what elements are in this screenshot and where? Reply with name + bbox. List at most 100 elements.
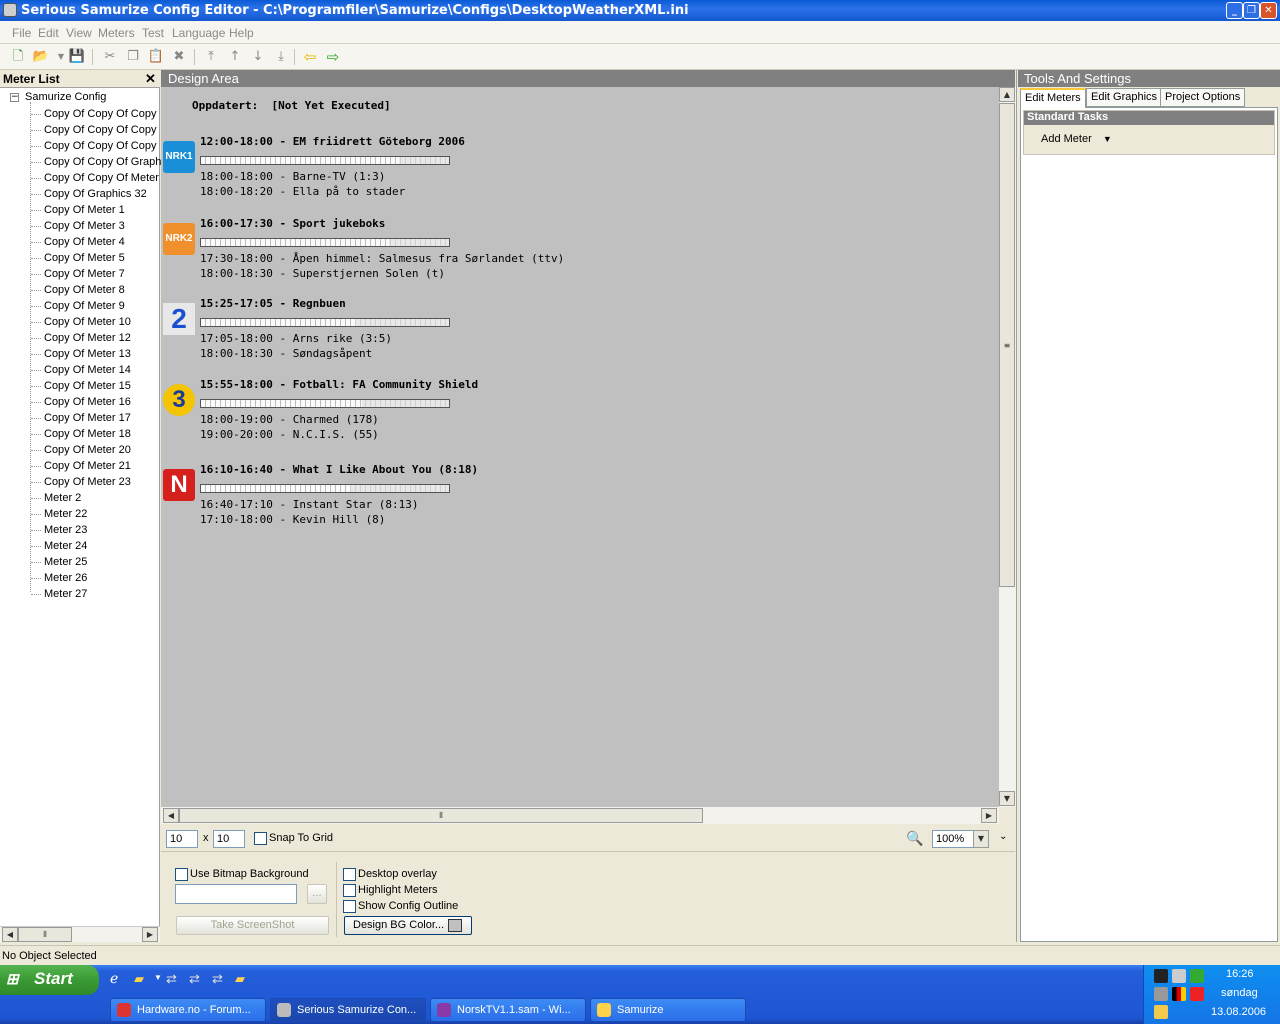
design-canvas[interactable]: Oppdatert: [Not Yet Executed] NRK1 12:00-… <box>161 87 999 807</box>
tree-collapse-icon[interactable]: − <box>10 93 19 102</box>
take-screenshot-button[interactable]: Take ScreenShot <box>176 916 329 935</box>
network-quicklaunch-icon-3[interactable]: ⇄ <box>212 971 223 987</box>
save-icon[interactable]: 💾 <box>68 48 86 66</box>
arrow-right-icon[interactable]: ⇨ <box>324 48 342 66</box>
meter-tree-item[interactable]: Meter 22 <box>30 506 87 522</box>
bitmap-path-input[interactable] <box>175 884 297 904</box>
tray-icon-3[interactable] <box>1190 969 1204 983</box>
meter-list-hscroll[interactable]: ◀ ⦀ ▶ <box>0 926 160 942</box>
task-samurize-editor[interactable]: Serious Samurize Con... <box>270 998 426 1022</box>
meter-tree-item[interactable]: Copy Of Meter 10 <box>31 314 131 330</box>
menu-test[interactable]: Test <box>142 26 164 40</box>
scroll-right-icon[interactable]: ▶ <box>142 927 158 942</box>
meter-tree-item[interactable]: Copy Of Meter 17 <box>31 410 131 426</box>
vscroll-thumb[interactable]: ≡ <box>999 103 1015 587</box>
copy-icon[interactable]: ❐ <box>124 48 142 66</box>
scroll-left-icon[interactable]: ◀ <box>2 927 18 942</box>
meter-tree-item[interactable]: Copy Of Meter 21 <box>31 458 131 474</box>
zoom-select[interactable]: 100% <box>932 830 974 848</box>
menu-language[interactable]: Language <box>172 26 225 40</box>
task-hardware-forum[interactable]: Hardware.no - Forum... <box>110 998 266 1022</box>
meter-tree-item[interactable]: Copy Of Meter 9 <box>31 298 125 314</box>
menu-view[interactable]: View <box>66 26 92 40</box>
meter-tree-item[interactable]: Meter 2 <box>30 490 81 506</box>
move-down-icon[interactable]: ↓ <box>249 48 267 66</box>
meter-list-close-icon[interactable]: ✕ <box>145 71 156 87</box>
cut-icon[interactable]: ✂ <box>101 48 119 66</box>
clock-time[interactable]: 16:26 <box>1226 968 1254 980</box>
zoom-preview-icon[interactable]: 🔍 <box>906 830 923 847</box>
maximize-button[interactable]: ❐ <box>1243 2 1260 19</box>
network-quicklaunch-icon-1[interactable]: ⇄ <box>166 971 177 987</box>
use-bitmap-checkbox[interactable] <box>175 868 188 881</box>
mail-icon[interactable] <box>1154 1005 1168 1019</box>
grid-y-input[interactable]: 10 <box>213 830 245 848</box>
tab-edit-meters[interactable]: Edit Meters <box>1020 88 1086 108</box>
hscroll-left-icon[interactable]: ◀ <box>163 808 179 823</box>
tray-icon-6[interactable] <box>1190 987 1204 1001</box>
hscroll-thumb[interactable]: ⦀ <box>179 808 703 823</box>
menu-meters[interactable]: Meters <box>98 26 135 40</box>
meter-tree-item[interactable]: Copy Of Graphics 32 <box>31 186 147 202</box>
minimize-button[interactable]: _ <box>1226 2 1243 19</box>
meter-tree-item[interactable]: Copy Of Meter 14 <box>31 362 131 378</box>
add-meter-button[interactable]: Add Meter ▼ <box>1041 133 1112 145</box>
app-icon[interactable] <box>3 3 17 17</box>
tray-icon-1[interactable] <box>1154 969 1168 983</box>
scroll-up-icon[interactable]: ▲ <box>999 87 1015 102</box>
snap-to-grid-checkbox[interactable] <box>254 832 267 845</box>
task-samurize-folder[interactable]: Samurize <box>590 998 746 1022</box>
meter-tree-item[interactable]: Copy Of Meter 12 <box>31 330 131 346</box>
open-icon[interactable]: 📂 <box>32 48 50 66</box>
meter-tree-item[interactable]: Copy Of Meter 18 <box>31 426 131 442</box>
move-up-icon[interactable]: ↑ <box>226 48 244 66</box>
meter-tree-item[interactable]: Meter 26 <box>30 570 87 586</box>
ie-quicklaunch-icon[interactable]: ℯ <box>110 970 118 987</box>
expand-chevron-icon[interactable]: ⌄ <box>999 831 1007 842</box>
menu-edit[interactable]: Edit <box>38 26 59 40</box>
meter-tree-item[interactable]: Copy Of Meter 20 <box>31 442 131 458</box>
meter-tree-item[interactable]: Copy Of Meter 7 <box>31 266 125 282</box>
show-config-outline-checkbox[interactable] <box>343 900 356 913</box>
network-quicklaunch-icon-2[interactable]: ⇄ <box>189 971 200 987</box>
tab-edit-graphics[interactable]: Edit Graphics <box>1086 88 1163 107</box>
flag-icon[interactable] <box>1172 987 1186 1001</box>
meter-tree-item[interactable]: Copy Of Meter 3 <box>31 218 125 234</box>
menu-file[interactable]: File <box>12 26 31 40</box>
quicklaunch-dropdown-icon[interactable]: ▼ <box>154 973 162 982</box>
meter-tree-item[interactable]: Copy Of Copy Of Copy <box>31 106 157 122</box>
delete-icon[interactable]: ✖ <box>170 48 188 66</box>
design-bg-color-button[interactable]: Design BG Color... <box>344 916 472 935</box>
zoom-dropdown-icon[interactable]: ▼ <box>973 830 989 848</box>
meter-tree-item[interactable]: Meter 27 <box>30 586 87 602</box>
move-bottom-icon[interactable]: ⤓ <box>272 48 290 66</box>
meter-tree-item[interactable]: Copy Of Copy Of Graph <box>30 154 161 170</box>
browse-button[interactable]: ... <box>307 884 327 904</box>
grid-x-input[interactable]: 10 <box>166 830 198 848</box>
scroll-down-icon[interactable]: ▼ <box>999 791 1015 806</box>
meter-tree-item[interactable]: Copy Of Meter 1 <box>31 202 125 218</box>
folder-quicklaunch-icon[interactable]: ▰ <box>134 971 144 987</box>
scroll-thumb[interactable]: ⦀ <box>18 927 72 942</box>
menu-help[interactable]: Help <box>229 26 254 40</box>
tray-icon-4[interactable] <box>1154 987 1168 1001</box>
design-vscroll[interactable]: ▲ ≡ ▼ <box>999 87 1016 807</box>
paste-icon[interactable]: 📋 <box>147 48 165 66</box>
meter-tree-item[interactable]: Copy Of Copy Of Copy <box>31 138 157 154</box>
meter-tree-item[interactable]: Copy Of Meter 5 <box>31 250 125 266</box>
tree-root-samurize-config[interactable]: Samurize Config <box>25 91 106 103</box>
close-button[interactable]: ✕ <box>1260 2 1277 19</box>
design-hscroll[interactable]: ◀ ⦀ ▶ <box>161 807 999 824</box>
desktop-overlay-checkbox[interactable] <box>343 868 356 881</box>
meter-tree-item[interactable]: Meter 24 <box>30 538 87 554</box>
meter-tree-item[interactable]: Copy Of Meter 8 <box>31 282 125 298</box>
meter-tree-item[interactable]: Copy Of Meter 23 <box>31 474 131 490</box>
meter-tree-item[interactable]: Copy Of Copy Of Copy <box>31 122 157 138</box>
highlight-meters-checkbox[interactable] <box>343 884 356 897</box>
move-top-icon[interactable]: ⤒ <box>202 48 220 66</box>
tray-icon-2[interactable] <box>1172 969 1186 983</box>
meter-tree-item[interactable]: Copy Of Meter 16 <box>31 394 131 410</box>
meter-tree-item[interactable]: Meter 23 <box>30 522 87 538</box>
hscroll-right-icon[interactable]: ▶ <box>981 808 997 823</box>
meter-tree-item[interactable]: Meter 25 <box>30 554 87 570</box>
